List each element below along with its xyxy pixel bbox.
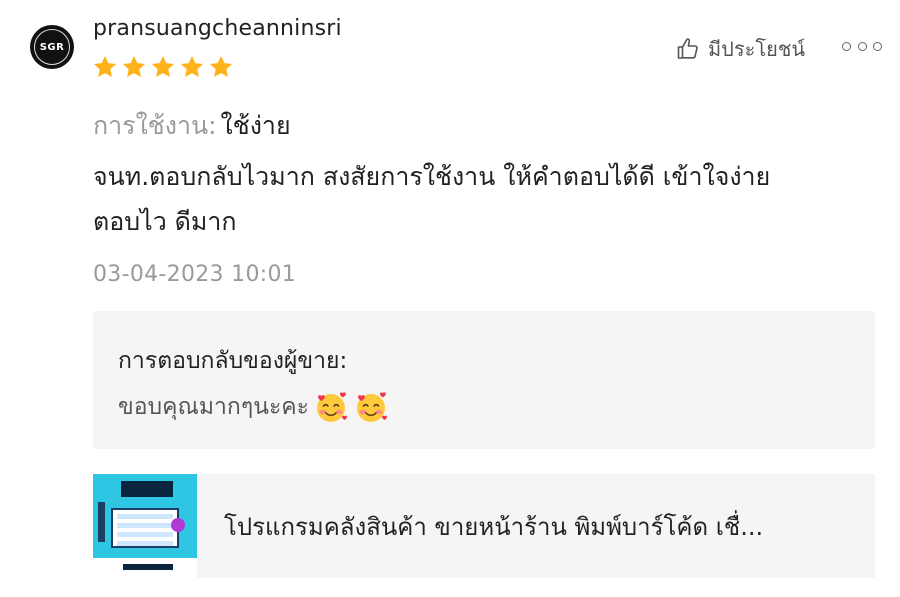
avatar-ring: SGR: [34, 29, 70, 65]
more-dot: [857, 41, 867, 51]
reviewer-username[interactable]: pransuangcheanninsri: [93, 16, 342, 41]
star-icon: [151, 55, 175, 77]
star-rating: [92, 54, 234, 80]
more-dot: [842, 41, 851, 51]
thumbnail-row: [117, 541, 173, 546]
helpful-button[interactable]: มีประโยชน์: [676, 33, 805, 65]
thumbnail-screen: [111, 508, 179, 548]
thumbnail-footer: [93, 558, 197, 578]
thumbnail-accent: [171, 518, 185, 532]
star-icon: [180, 55, 204, 77]
comment-line: จนท.ตอบกลับไวมาก สงสัยการใช้งาน ให้คำตอบ…: [93, 162, 771, 191]
star-icon: [93, 55, 117, 77]
review-comment: จนท.ตอบกลับไวมาก สงสัยการใช้งาน ให้คำตอบ…: [93, 154, 873, 244]
review-card: SGR pransuangcheanninsri มีประโยชน์ การใ…: [0, 0, 900, 597]
product-name[interactable]: โปรแกรมคลังสินค้า ขายหน้าร้าน พิมพ์บาร์โ…: [224, 507, 763, 546]
review-timestamp: 03-04-2023 10:01: [93, 262, 297, 287]
star-icon: [122, 55, 146, 77]
usage-value: ใช้ง่าย: [220, 111, 291, 140]
thumbnail-footer-bar: [123, 564, 173, 570]
smiling-face-with-hearts-icon: [357, 392, 388, 422]
avatar[interactable]: SGR: [30, 25, 74, 69]
seller-reply-text: ขอบคุณมากๆนะคะ: [118, 394, 310, 420]
thumbnail-row: [117, 532, 173, 537]
usage-label: การใช้งาน:: [93, 111, 217, 140]
smiling-face-with-hearts-icon: [317, 392, 348, 422]
helpful-label: มีประโยชน์: [708, 37, 806, 61]
seller-reply-title: การตอบกลับของผู้ขาย:: [118, 348, 348, 374]
thumbnail-row: [117, 514, 173, 519]
seller-reply-box: การตอบกลับของผู้ขาย: ขอบคุณมากๆนะคะ: [93, 311, 875, 449]
product-link-card[interactable]: โปรแกรมคลังสินค้า ขายหน้าร้าน พิมพ์บาร์โ…: [93, 474, 875, 578]
seller-reply-body: ขอบคุณมากๆนะคะ: [118, 389, 389, 425]
thumbnail-stripe: [98, 502, 105, 542]
thumbnail-row: [117, 523, 173, 528]
product-thumbnail[interactable]: [93, 474, 197, 578]
more-dot: [873, 41, 882, 51]
more-options-icon[interactable]: [842, 34, 882, 58]
thumbs-up-icon: [677, 38, 698, 59]
star-icon: [209, 55, 233, 77]
usage-attribute: การใช้งาน: ใช้ง่าย: [93, 106, 291, 146]
comment-line: ตอบไว ดีมาก: [93, 207, 237, 236]
thumbnail-banner: [121, 481, 173, 497]
avatar-logo-text: SGR: [39, 41, 65, 53]
